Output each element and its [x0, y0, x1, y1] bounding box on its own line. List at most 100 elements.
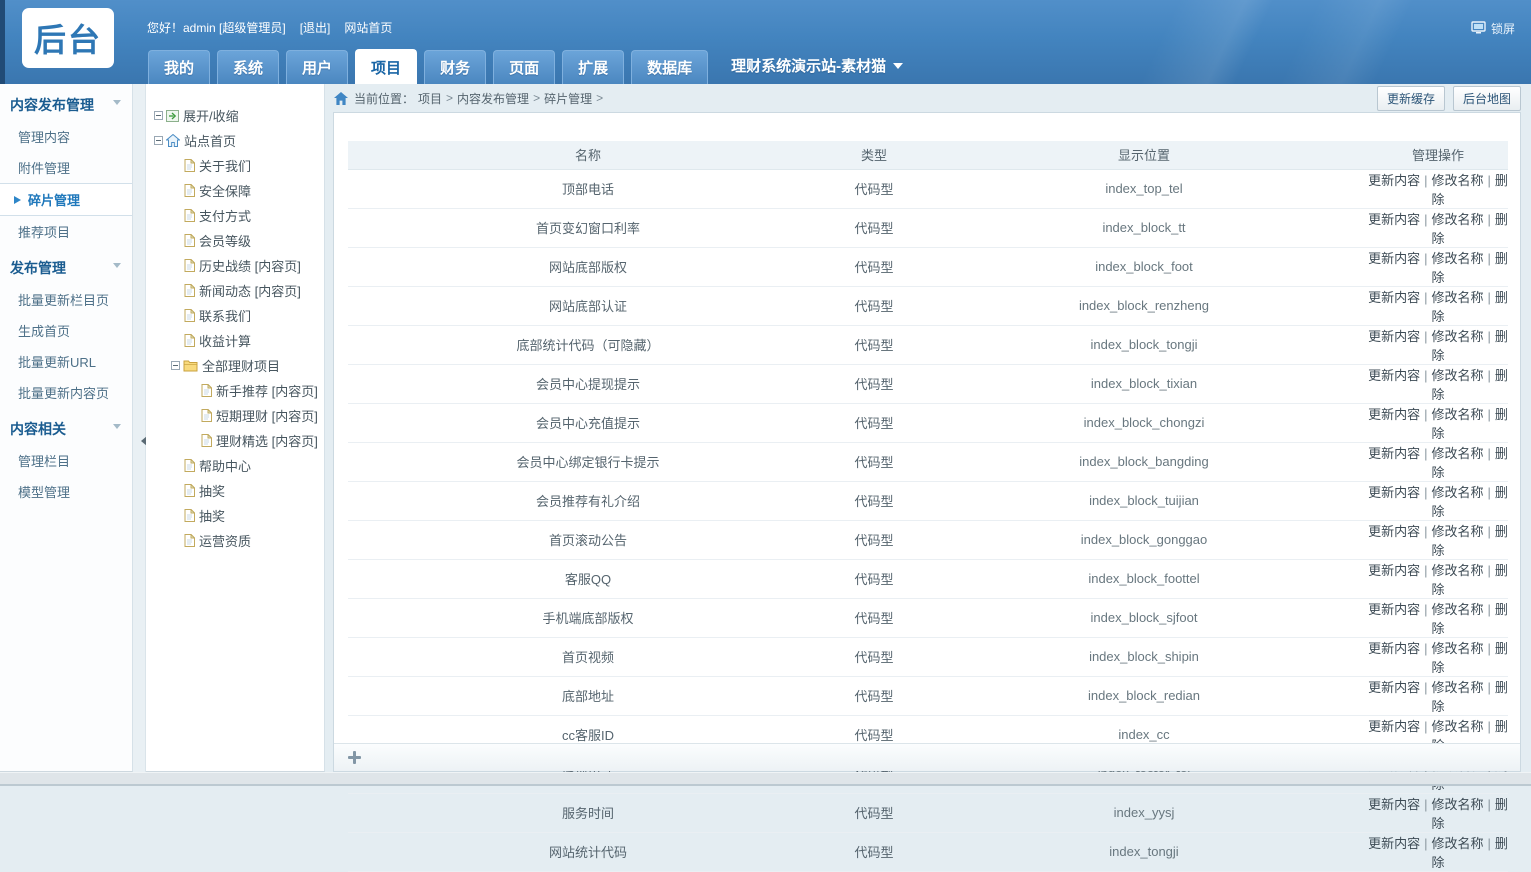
- sidebar-section-header[interactable]: 内容发布管理: [0, 84, 132, 121]
- update-content-link[interactable]: 更新内容: [1368, 173, 1420, 188]
- update-content-link[interactable]: 更新内容: [1368, 719, 1420, 734]
- tree-collapse-icon[interactable]: [154, 136, 163, 145]
- tab[interactable]: 数据库: [631, 50, 708, 84]
- tab[interactable]: 用户: [286, 50, 348, 84]
- tree-node[interactable]: 关于我们: [154, 153, 322, 178]
- rename-link[interactable]: 修改名称: [1431, 368, 1483, 383]
- tree-node[interactable]: 抽奖: [154, 503, 322, 528]
- rename-link[interactable]: 修改名称: [1431, 719, 1483, 734]
- rename-link[interactable]: 修改名称: [1431, 602, 1483, 617]
- sidebar-item[interactable]: 推荐项目: [0, 216, 132, 247]
- rename-link[interactable]: 修改名称: [1431, 797, 1483, 812]
- tree-node[interactable]: 运营资质: [154, 528, 322, 553]
- tab[interactable]: 我的: [148, 50, 210, 84]
- rename-link[interactable]: 修改名称: [1431, 290, 1483, 305]
- tree-node[interactable]: 历史战绩 [内容页]: [154, 253, 322, 278]
- rename-link[interactable]: 修改名称: [1431, 329, 1483, 344]
- update-content-link[interactable]: 更新内容: [1368, 251, 1420, 266]
- fragment-position-cell: index_block_chongzi: [920, 403, 1368, 442]
- tab[interactable]: 财务: [424, 50, 486, 84]
- rename-link[interactable]: 修改名称: [1431, 212, 1483, 227]
- fragment-name-cell: 网站底部认证: [348, 286, 828, 325]
- sidebar-item[interactable]: 附件管理: [0, 152, 132, 183]
- update-content-link[interactable]: 更新内容: [1368, 602, 1420, 617]
- tree-node[interactable]: 展开/收缩: [154, 103, 322, 128]
- rename-link[interactable]: 修改名称: [1431, 641, 1483, 656]
- sidebar-collapse-handle[interactable]: [133, 84, 146, 772]
- tree-collapse-icon[interactable]: [154, 111, 163, 120]
- tree-node[interactable]: 新闻动态 [内容页]: [154, 278, 322, 303]
- rename-link[interactable]: 修改名称: [1431, 173, 1483, 188]
- lock-screen-button[interactable]: 锁屏: [1471, 20, 1515, 37]
- tree-node[interactable]: 理财精选 [内容页]: [154, 428, 322, 453]
- rename-link[interactable]: 修改名称: [1431, 407, 1483, 422]
- tree-node[interactable]: 收益计算: [154, 328, 322, 353]
- fragment-type-cell: 代码型: [828, 403, 920, 442]
- rename-link[interactable]: 修改名称: [1431, 446, 1483, 461]
- sidebar-item[interactable]: 批量更新栏目页: [0, 284, 132, 315]
- rename-link[interactable]: 修改名称: [1431, 680, 1483, 695]
- tab[interactable]: 项目: [355, 49, 417, 84]
- rename-link[interactable]: 修改名称: [1431, 524, 1483, 539]
- page-icon: [201, 409, 212, 422]
- sidebar-item[interactable]: 管理内容: [0, 121, 132, 152]
- sidebar-item-label: 批量更新URL: [18, 352, 96, 371]
- tab[interactable]: 系统: [217, 50, 279, 84]
- tab[interactable]: 页面: [493, 50, 555, 84]
- logout-link[interactable]: [退出]: [300, 19, 331, 36]
- update-content-link[interactable]: 更新内容: [1368, 446, 1420, 461]
- update-content-link[interactable]: 更新内容: [1368, 641, 1420, 656]
- sidebar-item[interactable]: 生成首页: [0, 315, 132, 346]
- tree-node[interactable]: 支付方式: [154, 203, 322, 228]
- fragment-type-cell: 代码型: [828, 286, 920, 325]
- table-row: 底部地址代码型index_block_redian更新内容|修改名称|删除: [348, 676, 1508, 715]
- update-content-link[interactable]: 更新内容: [1368, 563, 1420, 578]
- tree-node-label: 全部理财项目: [202, 356, 280, 375]
- action-separator: |: [1488, 719, 1491, 734]
- tree-node[interactable]: 抽奖: [154, 478, 322, 503]
- action-separator: |: [1424, 329, 1427, 344]
- rename-link[interactable]: 修改名称: [1431, 251, 1483, 266]
- tree-node[interactable]: 会员等级: [154, 228, 322, 253]
- update-content-link[interactable]: 更新内容: [1368, 797, 1420, 812]
- site-selector[interactable]: 理财系统演示站-素材猫: [731, 55, 903, 76]
- rename-link[interactable]: 修改名称: [1431, 836, 1483, 851]
- update-content-link[interactable]: 更新内容: [1368, 836, 1420, 851]
- sidebar-item[interactable]: 批量更新内容页: [0, 377, 132, 408]
- sidebar-item[interactable]: 批量更新URL: [0, 346, 132, 377]
- tree-node[interactable]: 新手推荐 [内容页]: [154, 378, 322, 403]
- rename-link[interactable]: 修改名称: [1431, 563, 1483, 578]
- update-cache-button[interactable]: 更新缓存: [1377, 86, 1445, 111]
- rename-link[interactable]: 修改名称: [1431, 485, 1483, 500]
- update-content-link[interactable]: 更新内容: [1368, 329, 1420, 344]
- update-content-link[interactable]: 更新内容: [1368, 680, 1420, 695]
- tree-node[interactable]: 站点首页: [154, 128, 322, 153]
- site-home-link[interactable]: 网站首页: [344, 19, 392, 36]
- breadcrumb-link[interactable]: 内容发布管理: [457, 90, 529, 107]
- update-content-link[interactable]: 更新内容: [1368, 407, 1420, 422]
- breadcrumb-link[interactable]: 碎片管理: [544, 90, 592, 107]
- tab[interactable]: 扩展: [562, 50, 624, 84]
- breadcrumb-link[interactable]: 项目: [418, 90, 442, 107]
- sidebar-section-header[interactable]: 发布管理: [0, 247, 132, 284]
- tree-node[interactable]: 联系我们: [154, 303, 322, 328]
- backend-map-button[interactable]: 后台地图: [1453, 86, 1521, 111]
- tree-collapse-icon[interactable]: [171, 361, 180, 370]
- update-content-link[interactable]: 更新内容: [1368, 485, 1420, 500]
- update-content-link[interactable]: 更新内容: [1368, 290, 1420, 305]
- update-content-link[interactable]: 更新内容: [1368, 368, 1420, 383]
- tree-node[interactable]: 帮助中心: [154, 453, 322, 478]
- tree-node[interactable]: 短期理财 [内容页]: [154, 403, 322, 428]
- tree-node[interactable]: 全部理财项目: [154, 353, 322, 378]
- sidebar-item[interactable]: 模型管理: [0, 476, 132, 507]
- sidebar-section-header[interactable]: 内容相关: [0, 408, 132, 445]
- sidebar-item[interactable]: 碎片管理: [0, 183, 132, 216]
- add-fragment-button[interactable]: [348, 751, 361, 764]
- tree-node[interactable]: 安全保障: [154, 178, 322, 203]
- sidebar-item[interactable]: 管理栏目: [0, 445, 132, 476]
- fragment-type-cell: 代码型: [828, 793, 920, 832]
- tree-node-label: 理财精选 [内容页]: [216, 431, 318, 450]
- fragment-actions-cell: 更新内容|修改名称|删除: [1368, 598, 1508, 637]
- update-content-link[interactable]: 更新内容: [1368, 212, 1420, 227]
- update-content-link[interactable]: 更新内容: [1368, 524, 1420, 539]
